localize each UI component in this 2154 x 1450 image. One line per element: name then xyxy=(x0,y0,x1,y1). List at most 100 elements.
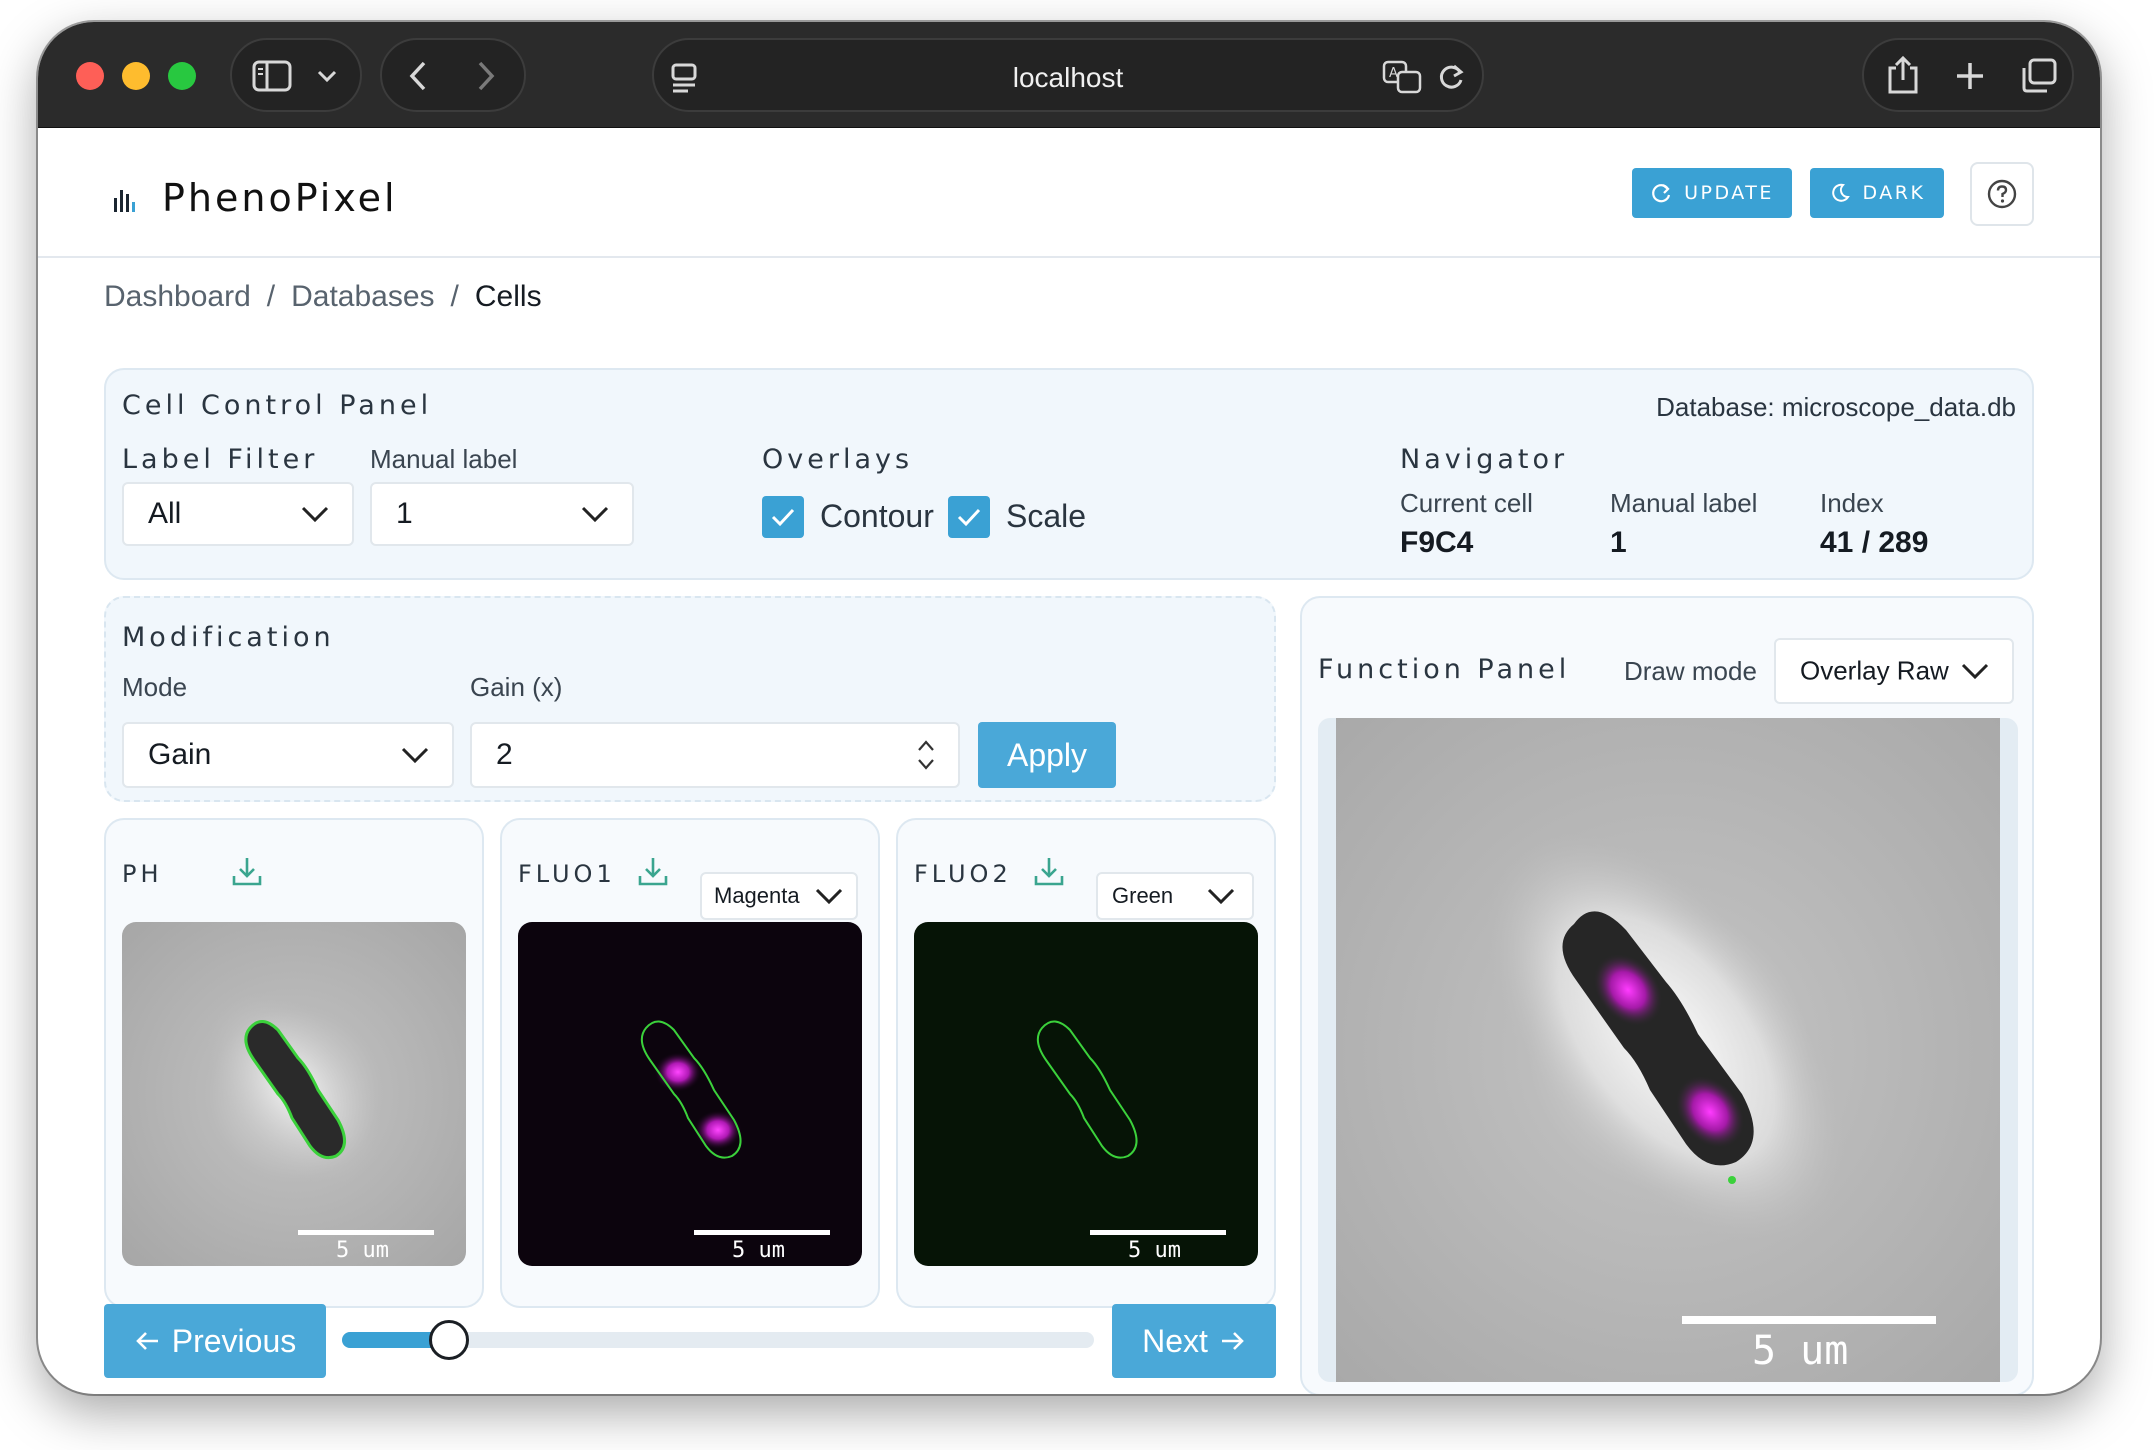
fluo1-channel-title: FLUO1 xyxy=(518,860,616,888)
fluo1-color-value: Magenta xyxy=(714,883,800,908)
share-icon[interactable] xyxy=(1886,54,1920,96)
chevron-down-icon xyxy=(1961,663,1989,680)
download-icon[interactable] xyxy=(1032,854,1066,888)
stepper-icon[interactable] xyxy=(916,738,936,772)
tab-overview-icon[interactable] xyxy=(2020,58,2058,94)
chevron-down-icon xyxy=(814,887,844,905)
current-cell-value: F9C4 xyxy=(1400,526,1474,559)
download-icon[interactable] xyxy=(230,854,264,888)
apply-button-label: Apply xyxy=(1006,736,1088,773)
ph-channel-title: PH xyxy=(122,860,163,888)
moon-icon xyxy=(1831,183,1850,202)
contour-checkbox[interactable] xyxy=(762,496,804,538)
breadcrumb-databases[interactable]: Databases xyxy=(291,280,434,314)
mode-select[interactable]: Gain xyxy=(122,722,454,788)
url-text: localhost xyxy=(1012,62,1124,93)
fluo1-color-select[interactable]: Magenta xyxy=(700,872,858,920)
database-name: Database: microscope_data.db xyxy=(1656,392,2016,422)
manual-label-value: 1 xyxy=(396,497,413,530)
fluo2-scale-bar xyxy=(1090,1230,1226,1235)
chevron-down-icon xyxy=(1207,888,1235,905)
ph-scale-label: 5 um xyxy=(336,1238,389,1263)
previous-button-label: Previous xyxy=(171,1322,297,1359)
breadcrumb-dashboard[interactable]: Dashboard xyxy=(104,280,251,314)
fluo1-scale-label: 5 um xyxy=(732,1238,785,1263)
current-cell-label: Current cell xyxy=(1400,488,1533,518)
fluo2-image: 5 um xyxy=(914,922,1258,1266)
chevron-down-icon xyxy=(301,506,329,523)
refresh-icon xyxy=(1652,184,1671,203)
chevron-down-icon xyxy=(581,506,609,523)
app-header: PhenoPixel UPDATE DARK xyxy=(38,128,2100,258)
slider-thumb[interactable] xyxy=(429,1320,469,1360)
fluo2-color-value: Green xyxy=(1112,883,1174,908)
draw-mode-select[interactable]: Overlay Raw xyxy=(1774,638,2014,704)
mode-value: Gain xyxy=(148,738,212,771)
gain-input[interactable]: 2 xyxy=(470,722,960,788)
apply-button[interactable]: Apply xyxy=(978,722,1116,788)
function-image: 5 um xyxy=(1336,718,2000,1382)
index-value: 41 / 289 xyxy=(1820,526,1929,559)
minimize-window-button[interactable] xyxy=(122,62,150,90)
sidebar-toggle[interactable] xyxy=(230,38,362,112)
ph-scale-bar xyxy=(298,1230,434,1235)
label-filter-label: Label Filter xyxy=(122,444,319,475)
next-button[interactable]: Next xyxy=(1112,1304,1276,1378)
label-filter-select[interactable]: All xyxy=(122,482,354,546)
history-nav xyxy=(380,38,526,112)
dark-mode-button[interactable]: DARK xyxy=(1810,168,1944,218)
update-button[interactable]: UPDATE xyxy=(1632,168,1792,218)
checkmark-icon xyxy=(771,508,795,527)
function-scale-bar xyxy=(1682,1316,1936,1324)
fluo1-channel-panel: FLUO1 Magenta 5 um xyxy=(500,818,880,1308)
help-button[interactable] xyxy=(1970,162,2034,226)
translate-icon[interactable]: A xyxy=(1382,60,1422,94)
reload-icon[interactable] xyxy=(1436,62,1466,92)
breadcrumb: Dashboard / Databases / Cells xyxy=(104,280,542,314)
index-label: Index xyxy=(1820,488,1884,518)
forward-arrow-icon[interactable] xyxy=(474,60,498,92)
chevron-down-icon xyxy=(401,747,429,764)
close-window-button[interactable] xyxy=(76,62,104,90)
mode-label: Mode xyxy=(122,672,188,702)
arrow-left-icon xyxy=(135,1332,158,1350)
sidebar-icon xyxy=(252,60,292,92)
help-icon xyxy=(1987,179,2017,209)
modification-panel: Modification Mode Gain Gain (x) 2 Apply xyxy=(104,596,1276,802)
cell-index-slider[interactable] xyxy=(342,1320,1094,1360)
breadcrumb-separator: / xyxy=(450,280,459,313)
download-icon[interactable] xyxy=(636,854,670,888)
function-scale-label: 5 um xyxy=(1752,1328,1849,1374)
function-panel-title: Function Panel xyxy=(1318,654,1571,685)
manual-label-label: Manual label xyxy=(370,444,518,474)
cell-control-panel-title: Cell Control Panel xyxy=(122,390,433,421)
gain-label: Gain (x) xyxy=(470,672,563,702)
update-button-label: UPDATE xyxy=(1684,182,1774,204)
scale-label: Scale xyxy=(1006,498,1087,534)
fluo1-scale-bar xyxy=(694,1230,830,1235)
function-panel: Function Panel Draw mode Overlay Raw 5 u… xyxy=(1300,596,2034,1394)
back-arrow-icon[interactable] xyxy=(406,60,430,92)
label-filter-value: All xyxy=(148,497,182,530)
cell-control-panel: Cell Control Panel Database: microscope_… xyxy=(104,368,2034,580)
fluo2-scale-label: 5 um xyxy=(1128,1238,1181,1263)
address-bar[interactable]: localhost A xyxy=(652,38,1484,112)
fluo1-image: 5 um xyxy=(518,922,862,1266)
zoom-window-button[interactable] xyxy=(168,62,196,90)
new-tab-icon[interactable] xyxy=(1954,60,1986,92)
ph-cell-image xyxy=(206,991,382,1185)
previous-button[interactable]: Previous xyxy=(104,1304,326,1378)
ph-channel-panel: PH 5 um xyxy=(104,818,484,1308)
logo-icon xyxy=(114,186,136,212)
chevron-down-icon xyxy=(317,70,337,83)
manual-label-select[interactable]: 1 xyxy=(370,482,634,546)
scale-checkbox[interactable] xyxy=(948,496,990,538)
fluo2-channel-title: FLUO2 xyxy=(914,860,1012,888)
breadcrumb-cells: Cells xyxy=(474,280,542,313)
breadcrumb-separator: / xyxy=(266,280,276,313)
navigator-label: Navigator xyxy=(1400,444,1569,475)
gain-value: 2 xyxy=(496,738,513,771)
fluo2-color-select[interactable]: Green xyxy=(1096,872,1254,920)
app-title: PhenoPixel xyxy=(162,176,398,220)
overlays-label: Overlays xyxy=(762,444,914,475)
